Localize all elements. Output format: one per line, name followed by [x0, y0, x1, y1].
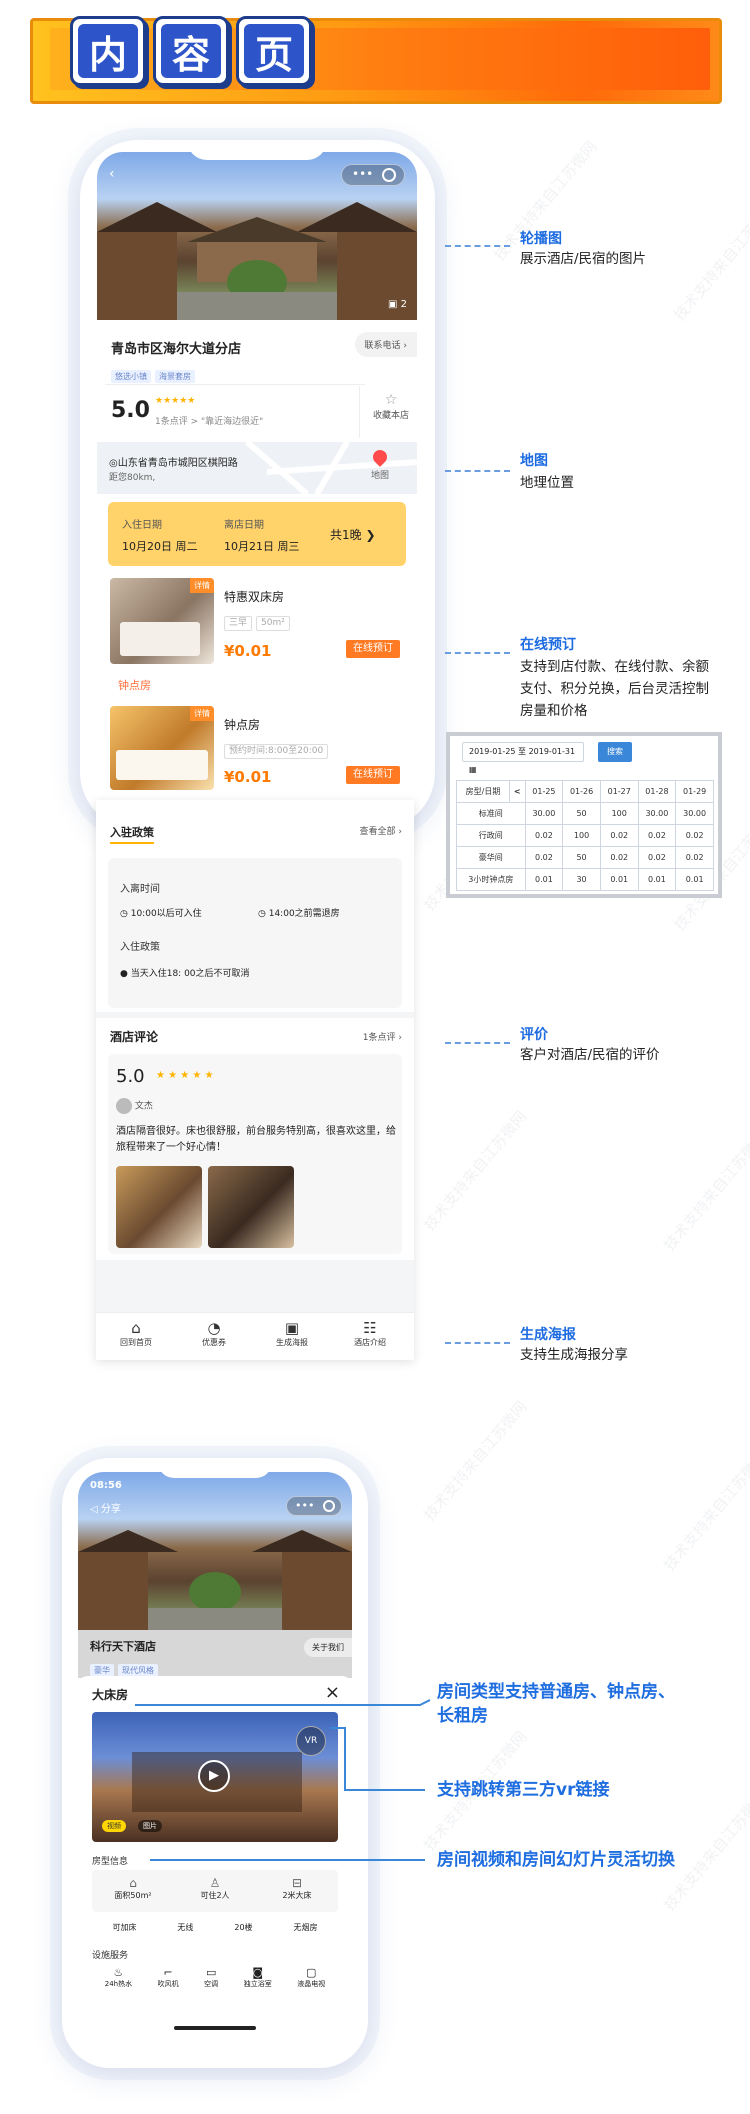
callout-vr-link: 支持跳转第三方vr链接	[437, 1780, 610, 1800]
callout-media-switch: 房间视频和房间幻灯片灵活切换	[437, 1850, 675, 1870]
callout-room-types: 房间类型支持普通房、钟点房、长租房	[437, 1682, 675, 1726]
